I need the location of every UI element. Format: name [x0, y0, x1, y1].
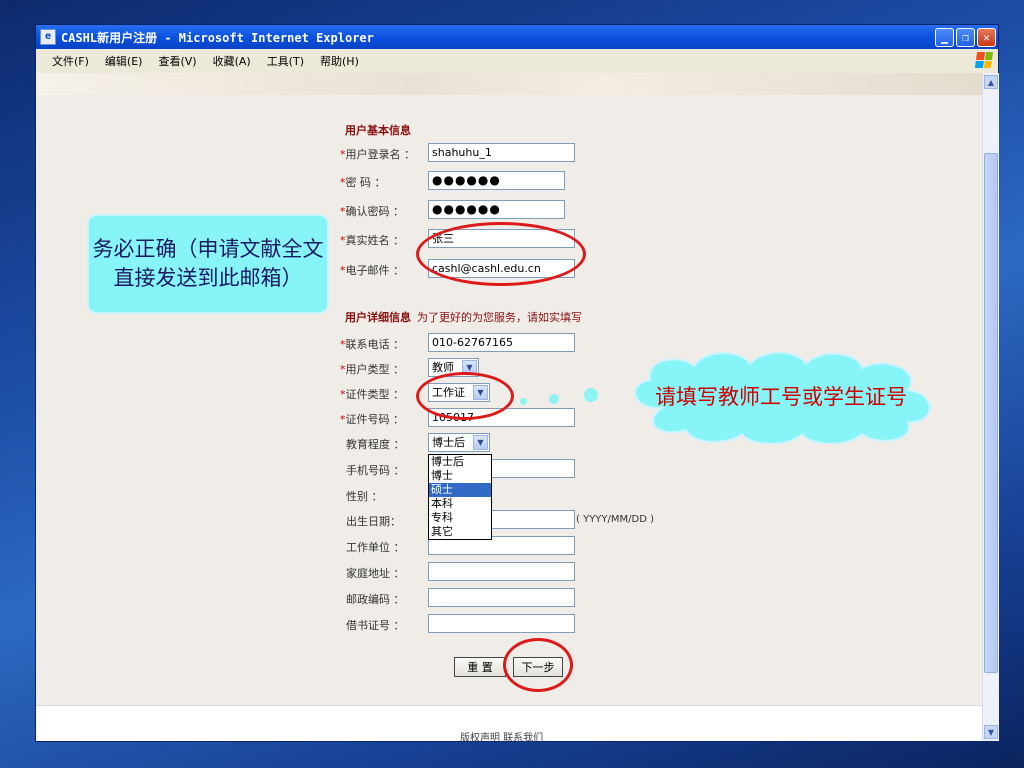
- address-input[interactable]: [428, 562, 575, 581]
- chevron-down-icon[interactable]: ▼: [473, 435, 488, 450]
- education-option[interactable]: 专科: [429, 511, 491, 525]
- email-label: *电子邮件 ：: [340, 264, 404, 277]
- menu-bar: 文件(F) 编辑(E) 查看(V) 收藏(A) 工具(T) 帮助(H): [36, 49, 998, 74]
- usertype-select[interactable]: 教师 ▼: [428, 358, 479, 377]
- restore-icon: ❐: [962, 30, 969, 44]
- education-value: 博士后: [432, 436, 465, 449]
- zipcode-label: 邮政编码 ：: [346, 593, 405, 606]
- phone-label: *联系电话 ：: [340, 338, 404, 351]
- education-option[interactable]: 博士: [429, 469, 491, 483]
- education-label: 教育程度 ：: [346, 438, 405, 451]
- education-option[interactable]: 其它: [429, 525, 491, 539]
- realname-input[interactable]: 张三: [428, 229, 575, 248]
- scroll-down-icon[interactable]: ▼: [984, 725, 998, 739]
- idtype-value: 工作证: [432, 386, 465, 399]
- password-input[interactable]: ●●●●●●: [428, 171, 565, 190]
- close-icon: ✕: [983, 30, 990, 44]
- email-input[interactable]: cashl@cashl.edu.cn: [428, 259, 575, 278]
- menu-edit[interactable]: 编辑(E): [97, 53, 151, 69]
- menu-favorites[interactable]: 收藏(A): [205, 53, 259, 69]
- education-option[interactable]: 博士后: [429, 455, 491, 469]
- chevron-down-icon[interactable]: ▼: [473, 385, 488, 400]
- chevron-down-icon[interactable]: ▼: [462, 360, 477, 375]
- login-input[interactable]: shahuhu_1: [428, 143, 575, 162]
- windows-logo-icon: [974, 52, 994, 68]
- gender-label: 性别 ：: [346, 490, 383, 503]
- page-banner: [36, 73, 982, 95]
- workplace-label: 工作单位 ：: [346, 541, 405, 554]
- idtype-select[interactable]: 工作证 ▼: [428, 383, 490, 402]
- education-select[interactable]: 博士后 ▼: [428, 433, 490, 452]
- idnum-label: *证件号码 ：: [340, 413, 404, 426]
- phone-input[interactable]: 010-62767165: [428, 333, 575, 352]
- idnum-input[interactable]: 105017: [428, 408, 575, 427]
- minimize-icon: ▁: [941, 30, 948, 44]
- detail-info-title: 用户详细信息 为了更好的为您服务，请如实填写: [345, 311, 582, 324]
- education-option[interactable]: 本科: [429, 497, 491, 511]
- library-card-input[interactable]: [428, 614, 575, 633]
- ie-icon: e: [40, 29, 56, 45]
- address-label: 家庭地址 ：: [346, 567, 405, 580]
- usertype-label: *用户类型 ：: [340, 363, 404, 376]
- menu-view[interactable]: 查看(V): [150, 53, 204, 69]
- next-step-button[interactable]: 下一步: [513, 657, 563, 677]
- close-button[interactable]: ✕: [977, 27, 996, 47]
- usertype-value: 教师: [432, 361, 454, 374]
- password-label: *密 码 ：: [340, 176, 386, 189]
- title-bar[interactable]: e CASHL新用户注册 - Microsoft Internet Explor…: [36, 25, 998, 49]
- footer-links[interactable]: 版权声明 联系我们: [460, 729, 543, 744]
- email-callout: 务必正确（申请文献全文直接发送到此邮箱）: [87, 214, 329, 314]
- cloud-trail-dot: [520, 398, 527, 405]
- birthdate-label: 出生日期：: [346, 515, 401, 528]
- mobile-label: 手机号码 ：: [346, 464, 405, 477]
- realname-label: *真实姓名 ：: [340, 234, 404, 247]
- cloud-trail-dot: [549, 394, 559, 404]
- vertical-scrollbar[interactable]: ▲ ▼: [982, 73, 999, 741]
- library-card-label: 借书证号 ：: [346, 619, 405, 632]
- basic-info-title: 用户基本信息: [345, 124, 411, 137]
- restore-button[interactable]: ❐: [956, 27, 975, 47]
- cloud-trail-dot: [584, 388, 598, 402]
- id-cloud-text: 请填写教师工号或学生证号: [655, 385, 907, 409]
- scroll-up-icon[interactable]: ▲: [984, 75, 998, 89]
- education-dropdown-list: 博士后 博士 硕士 本科 专科 其它: [428, 454, 492, 540]
- login-label: *用户登录名 ：: [340, 148, 415, 161]
- zipcode-input[interactable]: [428, 588, 575, 607]
- reset-button[interactable]: 重 置: [454, 657, 506, 677]
- scroll-thumb[interactable]: [984, 153, 998, 673]
- detail-info-note: 为了更好的为您服务，请如实填写: [417, 311, 582, 324]
- birthdate-hint: ( YYYY/MM/DD ): [576, 514, 654, 525]
- minimize-button[interactable]: ▁: [935, 27, 954, 47]
- menu-file[interactable]: 文件(F): [36, 53, 97, 69]
- menu-tools[interactable]: 工具(T): [259, 53, 312, 69]
- idtype-label: *证件类型 ：: [340, 388, 404, 401]
- confirm-password-input[interactable]: ●●●●●●: [428, 200, 565, 219]
- menu-help[interactable]: 帮助(H): [312, 53, 367, 69]
- window-title: CASHL新用户注册 - Microsoft Internet Explorer: [61, 30, 374, 45]
- education-option-highlighted[interactable]: 硕士: [429, 483, 491, 497]
- confirm-password-label: *确认密码 ：: [340, 205, 404, 218]
